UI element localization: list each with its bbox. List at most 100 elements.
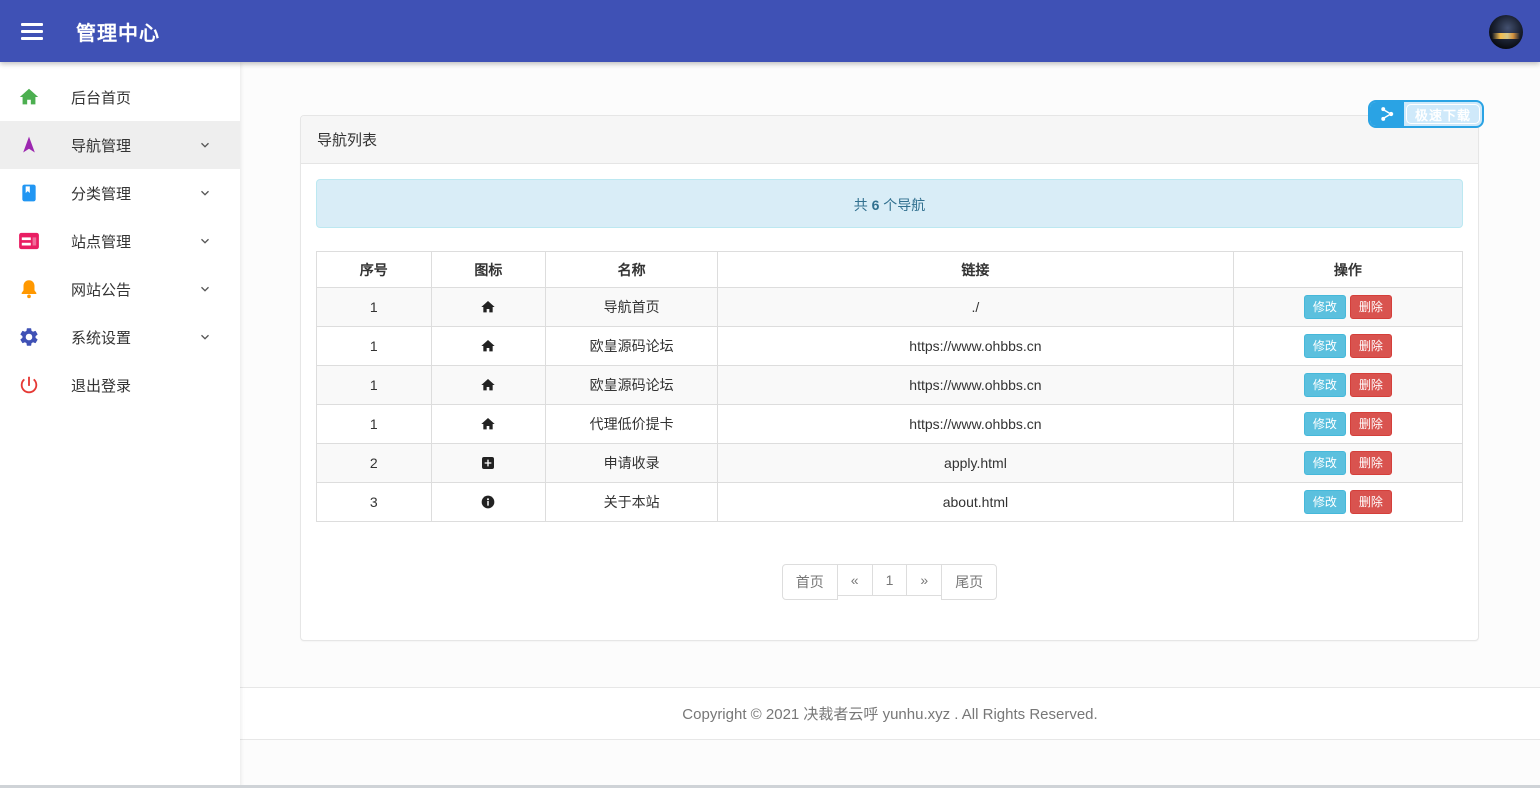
table-row: 2 申请收录 apply.html 修改删除 xyxy=(317,444,1463,483)
cell-icon xyxy=(431,444,546,483)
delete-button[interactable]: 删除 xyxy=(1350,490,1392,515)
cell-link: https://www.ohbbs.cn xyxy=(718,366,1234,405)
column-header-seq: 序号 xyxy=(317,252,432,288)
cell-link: about.html xyxy=(718,483,1234,522)
column-header-icon: 图标 xyxy=(431,252,546,288)
nav-table: 序号 图标 名称 链接 操作 1 导航首页 ./ 修改删除 xyxy=(316,251,1463,522)
layout-icon xyxy=(17,229,41,253)
chevron-down-icon xyxy=(198,186,212,200)
cell-actions: 修改删除 xyxy=(1233,483,1462,522)
sidebar-item-site-manage[interactable]: 站点管理 xyxy=(0,217,240,265)
table-row: 1 欧皇源码论坛 https://www.ohbbs.cn 修改删除 xyxy=(317,366,1463,405)
sidebar-item-dashboard[interactable]: 后台首页 xyxy=(0,73,240,121)
edit-button[interactable]: 修改 xyxy=(1304,373,1346,398)
cell-name: 导航首页 xyxy=(546,288,718,327)
edit-button[interactable]: 修改 xyxy=(1304,334,1346,359)
table-header-row: 序号 图标 名称 链接 操作 xyxy=(317,252,1463,288)
book-icon xyxy=(17,181,41,205)
table-row: 1 欧皇源码论坛 https://www.ohbbs.cn 修改删除 xyxy=(317,327,1463,366)
pagination-page-1[interactable]: 1 xyxy=(872,564,908,596)
home-icon xyxy=(432,416,546,432)
pagination-next[interactable]: » xyxy=(906,564,942,596)
delete-button[interactable]: 删除 xyxy=(1350,334,1392,359)
plus-square-icon xyxy=(432,455,546,471)
cell-name: 欧皇源码论坛 xyxy=(546,327,718,366)
column-header-link: 链接 xyxy=(718,252,1234,288)
chevron-down-icon xyxy=(198,330,212,344)
panel-body: 共 6 个导航 序号 图标 名称 链接 操作 1 xyxy=(301,164,1478,640)
table-row: 1 导航首页 ./ 修改删除 xyxy=(317,288,1463,327)
sidebar-item-logout[interactable]: 退出登录 xyxy=(0,361,240,409)
column-header-name: 名称 xyxy=(546,252,718,288)
chevron-down-icon xyxy=(198,234,212,248)
page-footer: Copyright © 2021 决裁者云呼 yunhu.xyz . All R… xyxy=(240,687,1540,740)
pagination: 首页 « 1 » 尾页 xyxy=(316,564,1463,600)
cell-link: apply.html xyxy=(718,444,1234,483)
column-header-actions: 操作 xyxy=(1233,252,1462,288)
copyright-text: Copyright © 2021 决裁者云呼 yunhu.xyz . All R… xyxy=(682,703,1097,724)
edit-button[interactable]: 修改 xyxy=(1304,295,1346,320)
info-circle-icon xyxy=(432,494,546,510)
edit-button[interactable]: 修改 xyxy=(1304,451,1346,476)
sidebar-item-nav-manage[interactable]: 导航管理 xyxy=(0,121,240,169)
table-row: 1 代理低价提卡 https://www.ohbbs.cn 修改删除 xyxy=(317,405,1463,444)
power-icon xyxy=(17,373,41,397)
delete-button[interactable]: 删除 xyxy=(1350,295,1392,320)
cell-seq: 3 xyxy=(317,483,432,522)
navigation-icon xyxy=(17,133,41,157)
cell-name: 申请收录 xyxy=(546,444,718,483)
home-icon xyxy=(432,338,546,354)
cell-actions: 修改删除 xyxy=(1233,444,1462,483)
share-nodes-icon xyxy=(1370,102,1404,126)
nav-list-panel: 导航列表 共 6 个导航 序号 图标 名称 链接 操作 xyxy=(300,115,1479,641)
user-avatar[interactable] xyxy=(1489,15,1523,49)
delete-button[interactable]: 删除 xyxy=(1350,451,1392,476)
table-row: 3 关于本站 about.html 修改删除 xyxy=(317,483,1463,522)
top-navbar: 管理中心 xyxy=(0,0,1540,62)
cell-seq: 1 xyxy=(317,288,432,327)
pagination-prev[interactable]: « xyxy=(837,564,873,596)
cell-name: 关于本站 xyxy=(546,483,718,522)
cell-seq: 1 xyxy=(317,366,432,405)
nav-count-alert: 共 6 个导航 xyxy=(316,179,1463,228)
cell-actions: 修改删除 xyxy=(1233,405,1462,444)
cell-seq: 2 xyxy=(317,444,432,483)
sidebar-item-system-settings[interactable]: 系统设置 xyxy=(0,313,240,361)
chevron-down-icon xyxy=(198,282,212,296)
pagination-last[interactable]: 尾页 xyxy=(941,564,997,600)
sidebar: 后台首页 导航管理 分类管理 站点管理 网站公告 xyxy=(0,62,240,788)
cell-actions: 修改删除 xyxy=(1233,327,1462,366)
delete-button[interactable]: 删除 xyxy=(1350,412,1392,437)
home-icon xyxy=(432,377,546,393)
cell-actions: 修改删除 xyxy=(1233,288,1462,327)
menu-toggle-icon[interactable] xyxy=(0,0,64,62)
cell-icon xyxy=(431,327,546,366)
app-title: 管理中心 xyxy=(76,17,160,46)
home-icon xyxy=(17,85,41,109)
cell-link: https://www.ohbbs.cn xyxy=(718,327,1234,366)
cell-actions: 修改删除 xyxy=(1233,366,1462,405)
cell-link: ./ xyxy=(718,288,1234,327)
home-icon xyxy=(432,299,546,315)
cell-link: https://www.ohbbs.cn xyxy=(718,405,1234,444)
quick-download-label: 极速下载 xyxy=(1406,104,1480,124)
delete-button[interactable]: 删除 xyxy=(1350,373,1392,398)
main-content: 极速下载 导航列表 共 6 个导航 序号 图标 名称 链接 操作 xyxy=(240,0,1540,788)
cell-icon xyxy=(431,405,546,444)
cell-icon xyxy=(431,483,546,522)
alert-suffix: 个导航 xyxy=(879,197,925,213)
chevron-down-icon xyxy=(198,138,212,152)
sidebar-item-announcements[interactable]: 网站公告 xyxy=(0,265,240,313)
gear-icon xyxy=(17,325,41,349)
alert-prefix: 共 xyxy=(854,197,872,213)
quick-download-overlay-button[interactable]: 极速下载 xyxy=(1368,100,1484,128)
cell-icon xyxy=(431,288,546,327)
sidebar-item-category-manage[interactable]: 分类管理 xyxy=(0,169,240,217)
pagination-first[interactable]: 首页 xyxy=(782,564,838,600)
panel-title: 导航列表 xyxy=(301,116,1478,164)
cell-name: 欧皇源码论坛 xyxy=(546,366,718,405)
edit-button[interactable]: 修改 xyxy=(1304,490,1346,515)
edit-button[interactable]: 修改 xyxy=(1304,412,1346,437)
bell-icon xyxy=(17,277,41,301)
cell-seq: 1 xyxy=(317,405,432,444)
